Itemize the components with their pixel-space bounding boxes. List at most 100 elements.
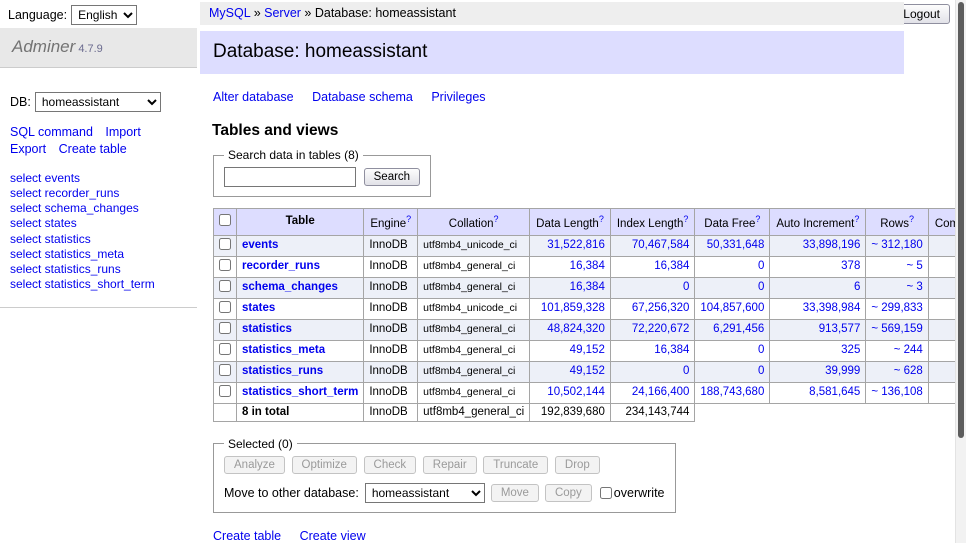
rows-link[interactable]: ~ 3 — [907, 281, 923, 293]
data-free-link[interactable]: 104,857,600 — [700, 302, 764, 314]
help-link[interactable]: ? — [755, 214, 760, 224]
row-checkbox[interactable] — [219, 259, 231, 271]
auto-increment-link[interactable]: 39,999 — [825, 365, 860, 377]
search-button[interactable]: Search — [364, 168, 420, 186]
row-checkbox[interactable] — [219, 385, 231, 397]
help-link[interactable]: ? — [683, 214, 688, 224]
help-link[interactable]: ? — [599, 214, 604, 224]
move-db-select[interactable]: homeassistant — [365, 483, 485, 503]
data-free-link[interactable]: 6,291,456 — [713, 323, 764, 335]
index-length-link[interactable]: 16,384 — [654, 344, 689, 356]
rows-link[interactable]: ~ 136,108 — [871, 386, 922, 398]
table-select-link-recorder-runs[interactable]: select recorder_runs — [10, 186, 119, 200]
index-length-link[interactable]: 24,166,400 — [632, 386, 690, 398]
row-checkbox[interactable] — [219, 364, 231, 376]
row-checkbox[interactable] — [219, 280, 231, 292]
rows-link[interactable]: ~ 5 — [907, 260, 923, 272]
drop-button[interactable]: Drop — [555, 456, 600, 474]
data-length-link[interactable]: 16,384 — [570, 281, 605, 293]
index-length-link[interactable]: 72,220,672 — [632, 323, 690, 335]
index-length-link[interactable]: 0 — [683, 281, 689, 293]
table-select-link-events[interactable]: select events — [10, 171, 80, 185]
repair-button[interactable]: Repair — [423, 456, 477, 474]
auto-increment-link[interactable]: 378 — [841, 260, 860, 272]
data-length-link[interactable]: 31,522,816 — [547, 239, 605, 251]
link-privileges[interactable]: Privileges — [431, 90, 485, 104]
data-length-link[interactable]: 49,152 — [570, 365, 605, 377]
data-length-link[interactable]: 49,152 — [570, 344, 605, 356]
table-name-link[interactable]: statistics — [242, 323, 292, 335]
rows-link[interactable]: ~ 244 — [894, 344, 923, 356]
scrollbar-thumb[interactable] — [958, 2, 964, 438]
data-free-link[interactable]: 0 — [758, 260, 764, 272]
help-link[interactable]: ? — [494, 214, 499, 224]
link-create-view[interactable]: Create view — [300, 529, 366, 543]
table-select-link-schema-changes[interactable]: select schema_changes — [10, 201, 139, 215]
auto-increment-link[interactable]: 33,898,196 — [803, 239, 861, 251]
language-select[interactable]: English — [71, 5, 137, 25]
link-alter-database[interactable]: Alter database — [213, 90, 294, 104]
auto-increment-link[interactable]: 6 — [854, 281, 860, 293]
data-free-link[interactable]: 0 — [758, 281, 764, 293]
data-free-link[interactable]: 188,743,680 — [700, 386, 764, 398]
data-free-link[interactable]: 0 — [758, 344, 764, 356]
table-select-link-statistics-runs[interactable]: select statistics_runs — [10, 262, 121, 276]
link-create-table[interactable]: Create table — [59, 142, 127, 156]
link-import[interactable]: Import — [105, 125, 140, 139]
auto-increment-link[interactable]: 33,398,984 — [803, 302, 861, 314]
table-name-link[interactable]: states — [242, 302, 275, 314]
overwrite-checkbox[interactable] — [600, 487, 612, 499]
copy-button[interactable]: Copy — [545, 484, 592, 502]
db-select[interactable]: homeassistant — [35, 92, 161, 112]
move-button[interactable]: Move — [491, 484, 539, 502]
breadcrumb-link-mysql[interactable]: MySQL — [209, 6, 250, 20]
select-all-checkbox[interactable] — [219, 214, 231, 226]
data-length-link[interactable]: 16,384 — [570, 260, 605, 272]
breadcrumb-link-server[interactable]: Server — [264, 6, 301, 20]
row-checkbox[interactable] — [219, 322, 231, 334]
optimize-button[interactable]: Optimize — [292, 456, 357, 474]
data-free-link[interactable]: 50,331,648 — [707, 239, 765, 251]
table-name-link[interactable]: recorder_runs — [242, 260, 320, 272]
row-checkbox[interactable] — [219, 343, 231, 355]
data-free-link[interactable]: 0 — [758, 365, 764, 377]
table-select-link-statistics[interactable]: select statistics — [10, 232, 91, 246]
table-name-link[interactable]: schema_changes — [242, 281, 338, 293]
truncate-button[interactable]: Truncate — [483, 456, 548, 474]
table-name-link[interactable]: statistics_meta — [242, 344, 325, 356]
table-select-link-states[interactable]: select states — [10, 216, 77, 230]
data-length-link[interactable]: 10,502,144 — [547, 386, 605, 398]
data-length-link[interactable]: 101,859,328 — [541, 302, 605, 314]
link-sql-command[interactable]: SQL command — [10, 125, 93, 139]
table-name-link[interactable]: statistics_short_term — [242, 386, 358, 398]
link-export[interactable]: Export — [10, 142, 46, 156]
rows-link[interactable]: ~ 312,180 — [871, 239, 922, 251]
vertical-scrollbar[interactable] — [955, 0, 966, 543]
table-name-link[interactable]: events — [242, 239, 278, 251]
auto-increment-link[interactable]: 8,581,645 — [809, 386, 860, 398]
check-button[interactable]: Check — [364, 456, 417, 474]
index-length-link[interactable]: 16,384 — [654, 260, 689, 272]
rows-link[interactable]: ~ 628 — [894, 365, 923, 377]
help-link[interactable]: ? — [854, 214, 859, 224]
link-database-schema[interactable]: Database schema — [312, 90, 413, 104]
row-checkbox[interactable] — [219, 301, 231, 313]
help-link[interactable]: ? — [406, 214, 411, 224]
rows-link[interactable]: ~ 299,833 — [871, 302, 922, 314]
index-length-link[interactable]: 70,467,584 — [632, 239, 690, 251]
table-select-link-statistics-short-term[interactable]: select statistics_short_term — [10, 277, 155, 291]
row-checkbox[interactable] — [219, 238, 231, 250]
table-name-link[interactable]: statistics_runs — [242, 365, 323, 377]
auto-increment-link[interactable]: 325 — [841, 344, 860, 356]
help-link[interactable]: ? — [909, 214, 914, 224]
auto-increment-link[interactable]: 913,577 — [819, 323, 861, 335]
link-create-table[interactable]: Create table — [213, 529, 281, 543]
app-version[interactable]: 4.7.9 — [78, 43, 102, 55]
rows-link[interactable]: ~ 569,159 — [871, 323, 922, 335]
table-select-link-statistics-meta[interactable]: select statistics_meta — [10, 247, 124, 261]
analyze-button[interactable]: Analyze — [224, 456, 285, 474]
index-length-link[interactable]: 0 — [683, 365, 689, 377]
index-length-link[interactable]: 67,256,320 — [632, 302, 690, 314]
data-length-link[interactable]: 48,824,320 — [547, 323, 605, 335]
search-input[interactable] — [224, 167, 356, 187]
